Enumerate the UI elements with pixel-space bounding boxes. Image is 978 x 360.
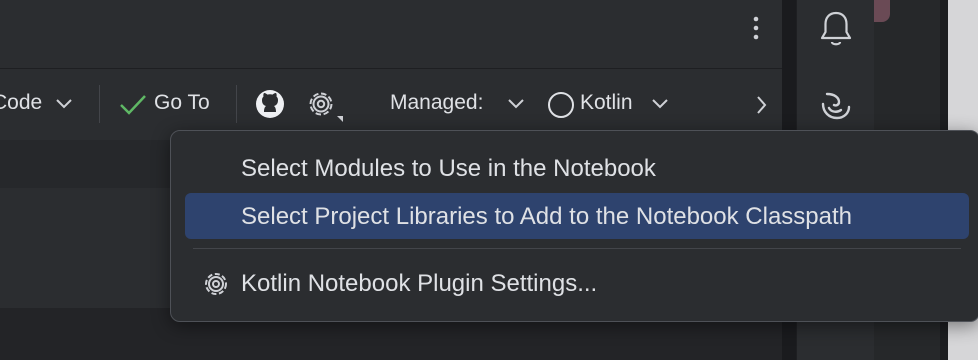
bell-icon	[820, 11, 852, 46]
chevron-right-icon	[757, 96, 767, 114]
toolbar-overflow-button[interactable]	[750, 91, 774, 119]
settings-button[interactable]	[304, 87, 344, 123]
toolbar-separator	[236, 85, 237, 123]
ai-assistant-button[interactable]	[815, 86, 857, 128]
title-bar	[0, 0, 796, 68]
notifications-button[interactable]	[815, 8, 857, 50]
managed-label: Managed:	[390, 91, 484, 114]
managed-dropdown[interactable]: Managed:	[390, 89, 530, 119]
toolbar-separator	[99, 85, 100, 123]
chevron-down-icon	[508, 99, 524, 109]
goto-label: Go To	[154, 91, 210, 114]
kernel-label: Kotlin	[580, 91, 633, 114]
ai-assistant-icon	[821, 92, 851, 120]
kernel-dropdown[interactable]: Kotlin	[546, 87, 672, 121]
more-options-button[interactable]	[742, 12, 770, 44]
menu-item-select-modules[interactable]: Select Modules to Use in the Notebook	[185, 145, 969, 191]
menu-item-label: Kotlin Notebook Plugin Settings...	[241, 270, 598, 297]
gear-icon	[309, 92, 343, 122]
circle-status-icon	[548, 92, 574, 118]
code-dropdown[interactable]: Code	[0, 89, 80, 119]
background-window-edge	[874, 0, 890, 22]
github-icon	[256, 90, 284, 118]
menu-item-label: Select Modules to Use in the Notebook	[241, 155, 656, 182]
chevron-down-icon	[652, 99, 668, 109]
menu-item-plugin-settings[interactable]: Kotlin Notebook Plugin Settings...	[185, 260, 969, 306]
more-vertical-icon	[753, 16, 759, 40]
github-button[interactable]	[254, 87, 286, 121]
notebook-settings-popup: Select Modules to Use in the Notebook Se…	[170, 130, 978, 322]
menu-item-select-project-libraries[interactable]: Select Project Libraries to Add to the N…	[185, 193, 969, 239]
code-dropdown-label: Code	[0, 91, 43, 114]
goto-button[interactable]: Go To	[118, 89, 222, 119]
check-icon	[120, 95, 146, 115]
menu-separator	[193, 248, 961, 249]
menu-item-label: Select Project Libraries to Add to the N…	[241, 203, 853, 230]
gear-icon	[205, 273, 227, 295]
chevron-down-icon	[56, 99, 72, 109]
